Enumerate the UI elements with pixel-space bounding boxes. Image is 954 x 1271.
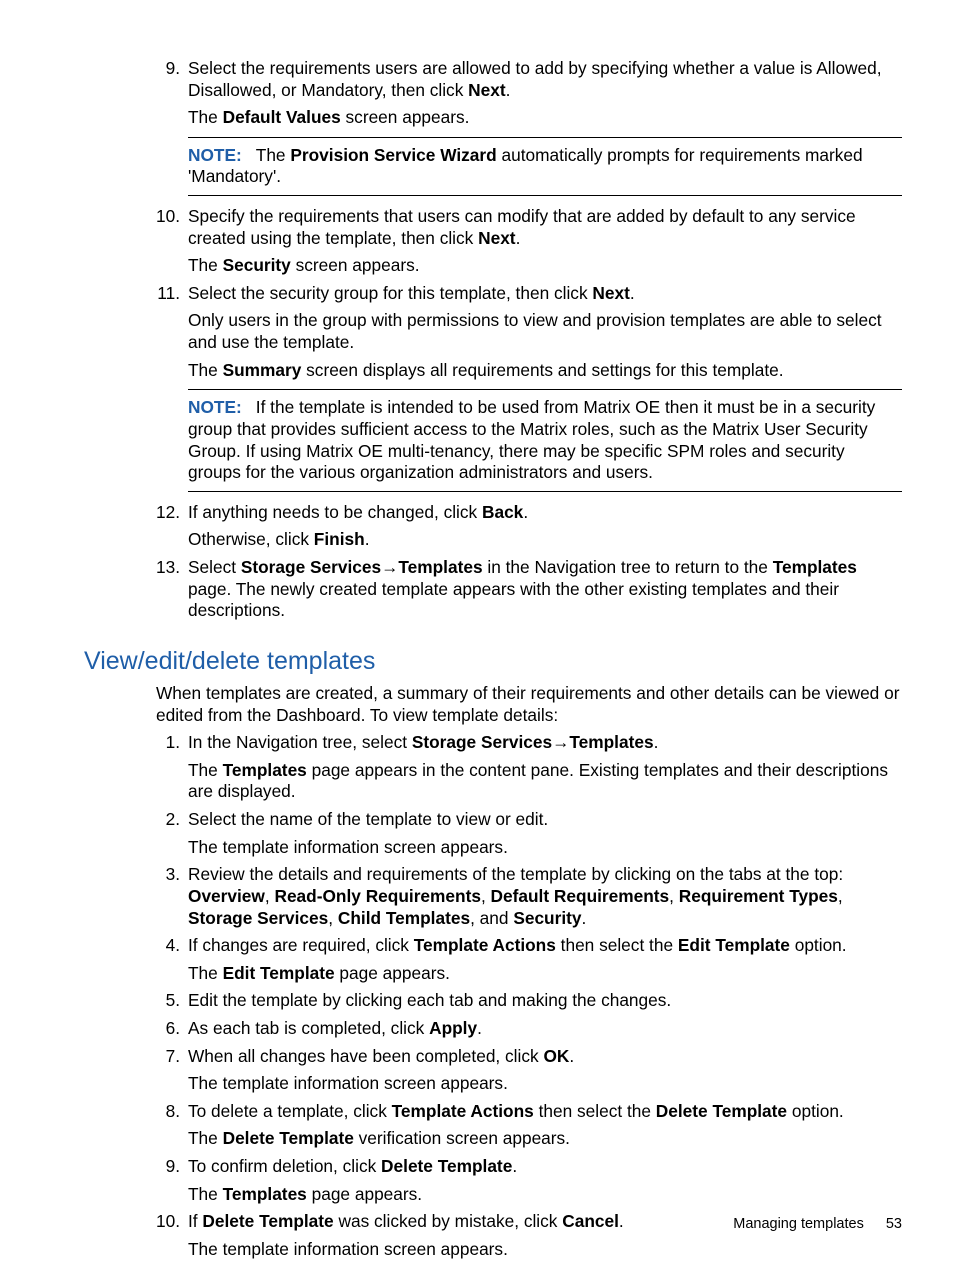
step-number: 2. [146, 809, 180, 831]
step-number: 9. [146, 1156, 180, 1178]
step-result: The Edit Template page appears. [188, 963, 902, 985]
step-alt: Otherwise, click Finish. [188, 529, 902, 551]
note-box: NOTE:The Provision Service Wizard automa… [188, 137, 902, 196]
section-heading-view-edit-delete: View/edit/delete templates [84, 646, 902, 677]
step-text: When all changes have been completed, cl… [188, 1046, 902, 1068]
step-number: 1. [146, 732, 180, 754]
note-label: NOTE: [188, 397, 256, 417]
step-result: The Security screen appears. [188, 255, 902, 277]
procedure-list-2: 1. In the Navigation tree, select Storag… [84, 732, 902, 1260]
step-number: 12. [146, 502, 180, 524]
step-9b: 9. To confirm deletion, click Delete Tem… [84, 1156, 902, 1205]
page-number: 53 [886, 1216, 902, 1232]
step-8: 8. To delete a template, click Template … [84, 1101, 902, 1150]
step-7: 7. When all changes have been completed,… [84, 1046, 902, 1095]
step-text: Select the security group for this templ… [188, 283, 902, 305]
step-number: 10. [146, 1211, 180, 1233]
step-result: The Summary screen displays all requirem… [188, 360, 902, 382]
step-number: 3. [146, 864, 180, 886]
procedure-list-1: 9. Select the requirements users are all… [84, 58, 902, 622]
step-5: 5. Edit the template by clicking each ta… [84, 990, 902, 1012]
step-text: Select the name of the template to view … [188, 809, 902, 831]
step-result: The Delete Template verification screen … [188, 1128, 902, 1150]
step-number: 6. [146, 1018, 180, 1040]
step-text: To delete a template, click Template Act… [188, 1101, 902, 1123]
step-12: 12. If anything needs to be changed, cli… [84, 502, 902, 551]
step-number: 4. [146, 935, 180, 957]
step-9: 9. Select the requirements users are all… [84, 58, 902, 196]
step-text: To confirm deletion, click Delete Templa… [188, 1156, 902, 1178]
step-number: 7. [146, 1046, 180, 1068]
step-number: 11. [146, 283, 180, 305]
note-label: NOTE: [188, 145, 256, 165]
step-text: If changes are required, click Template … [188, 935, 902, 957]
step-detail: Only users in the group with permissions… [188, 310, 902, 353]
step-number: 10. [146, 206, 180, 228]
step-text: As each tab is completed, click Apply. [188, 1018, 902, 1040]
step-4: 4. If changes are required, click Templa… [84, 935, 902, 984]
step-text: Review the details and requirements of t… [188, 864, 902, 929]
step-result: The Templates page appears. [188, 1184, 902, 1206]
footer-section-title: Managing templates [733, 1216, 864, 1232]
step-text: Specify the requirements that users can … [188, 206, 902, 249]
step-3: 3. Review the details and requirements o… [84, 864, 902, 929]
step-text: Select the requirements users are allowe… [188, 58, 902, 101]
step-2: 2. Select the name of the template to vi… [84, 809, 902, 858]
step-result: The template information screen appears. [188, 1239, 902, 1261]
step-6: 6. As each tab is completed, click Apply… [84, 1018, 902, 1040]
step-number: 8. [146, 1101, 180, 1123]
page-footer: Managing templates 53 [733, 1215, 902, 1233]
step-number: 5. [146, 990, 180, 1012]
step-text: In the Navigation tree, select Storage S… [188, 732, 902, 754]
step-11: 11. Select the security group for this t… [84, 283, 902, 492]
step-10: 10. Specify the requirements that users … [84, 206, 902, 277]
step-number: 9. [146, 58, 180, 80]
section-intro: When templates are created, a summary of… [156, 683, 902, 726]
step-number: 13. [146, 557, 180, 579]
step-result: The Templates page appears in the conten… [188, 760, 902, 803]
step-text: Select Storage Services→Templates in the… [188, 557, 902, 622]
note-box: NOTE:If the template is intended to be u… [188, 389, 902, 491]
step-text: Edit the template by clicking each tab a… [188, 990, 902, 1012]
step-result: The Default Values screen appears. [188, 107, 902, 129]
step-text: If anything needs to be changed, click B… [188, 502, 902, 524]
step-13: 13. Select Storage Services→Templates in… [84, 557, 902, 622]
step-result: The template information screen appears. [188, 837, 902, 859]
step-result: The template information screen appears. [188, 1073, 902, 1095]
step-1: 1. In the Navigation tree, select Storag… [84, 732, 902, 803]
